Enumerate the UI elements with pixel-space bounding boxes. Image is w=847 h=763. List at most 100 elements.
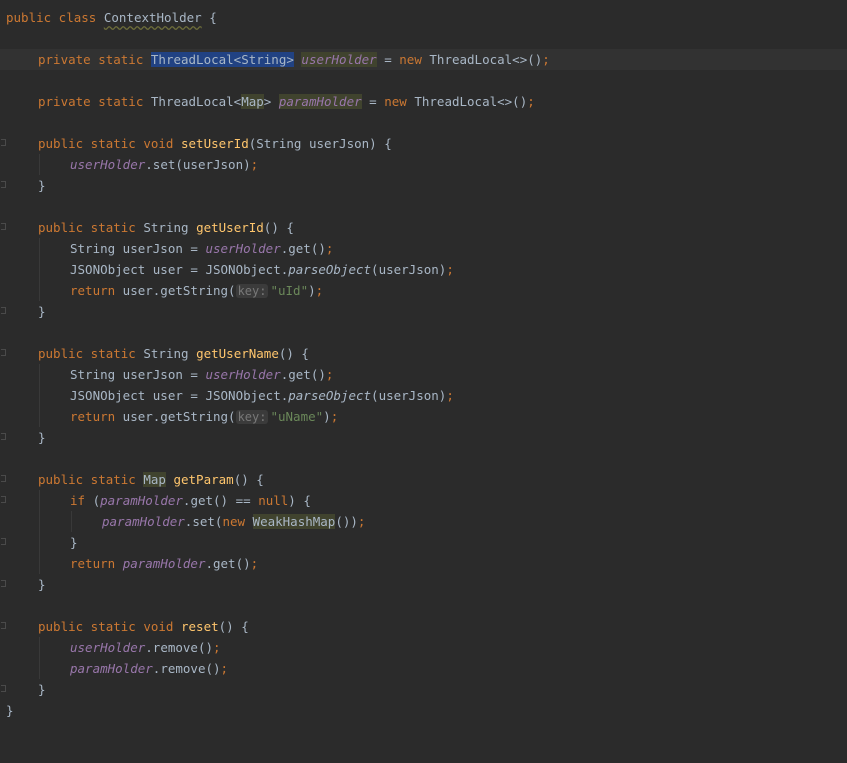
modifiers: public static bbox=[38, 472, 136, 487]
field-ref[interactable]: userHolder bbox=[205, 241, 280, 256]
return-type[interactable]: Map bbox=[143, 472, 166, 487]
brace: } bbox=[38, 682, 46, 697]
brace: } bbox=[38, 430, 46, 445]
modifiers: public static bbox=[38, 220, 136, 235]
keyword: return bbox=[70, 556, 116, 571]
initializer: ThreadLocal<>() bbox=[414, 94, 528, 109]
code-line-method-decl[interactable]: public static void reset() { bbox=[0, 616, 847, 637]
paren: ) { bbox=[288, 493, 311, 508]
return-type: String bbox=[143, 220, 189, 235]
call: .set(userJson) bbox=[145, 157, 251, 172]
statement: JSONObject user = JSONObject. bbox=[70, 388, 289, 403]
code-line[interactable]: } bbox=[0, 700, 847, 721]
semicolon: ; bbox=[325, 367, 334, 382]
parameter-hint: key: bbox=[235, 284, 269, 298]
brace: } bbox=[38, 178, 46, 193]
static-method[interactable]: parseObject bbox=[288, 388, 371, 403]
method-name[interactable]: getUserId bbox=[196, 220, 264, 235]
code-line[interactable]: } bbox=[0, 532, 847, 553]
call: .set( bbox=[184, 514, 223, 529]
code-line[interactable]: userHolder.set(userJson); bbox=[0, 154, 847, 175]
keyword: return bbox=[70, 409, 116, 424]
paren: ) bbox=[323, 409, 331, 424]
code-line-method-decl[interactable]: public static Map getParam() { bbox=[0, 469, 847, 490]
args: (userJson) bbox=[371, 262, 447, 277]
keyword: new bbox=[384, 94, 407, 109]
code-line[interactable]: } bbox=[0, 574, 847, 595]
type-part: > bbox=[263, 94, 272, 109]
code-line[interactable]: String userJson = userHolder.get(); bbox=[0, 238, 847, 259]
paren: ()) bbox=[335, 514, 358, 529]
field-ref[interactable]: paramHolder bbox=[100, 493, 183, 508]
code-line[interactable]: userHolder.remove(); bbox=[0, 637, 847, 658]
code-line-param-holder[interactable]: private static ThreadLocal<Map> paramHol… bbox=[0, 91, 847, 112]
operator: = bbox=[384, 52, 392, 67]
code-line[interactable]: } bbox=[0, 175, 847, 196]
modifiers: public static bbox=[38, 346, 136, 361]
type-map[interactable]: Map bbox=[241, 94, 264, 109]
string-literal: "uId" bbox=[270, 283, 309, 298]
method-name[interactable]: getParam bbox=[173, 472, 233, 487]
field-ref[interactable]: paramHolder bbox=[102, 514, 185, 529]
semicolon: ; bbox=[542, 52, 550, 67]
brace: } bbox=[6, 703, 14, 718]
code-line[interactable]: } bbox=[0, 427, 847, 448]
call: .remove() bbox=[145, 640, 213, 655]
params: () { bbox=[278, 346, 309, 361]
call: .get() bbox=[280, 241, 326, 256]
paren: ( bbox=[85, 493, 101, 508]
type-weak-hash-map[interactable]: WeakHashMap bbox=[252, 514, 336, 529]
return-type: String bbox=[143, 346, 189, 361]
code-line[interactable]: paramHolder.remove(); bbox=[0, 658, 847, 679]
code-line-class-decl[interactable]: public class ContextHolder { bbox=[0, 7, 847, 28]
semicolon: ; bbox=[330, 409, 339, 424]
code-line[interactable]: } bbox=[0, 679, 847, 700]
semicolon: ; bbox=[213, 640, 221, 655]
field-user-holder[interactable]: userHolder bbox=[301, 52, 377, 67]
class-name[interactable]: ContextHolder bbox=[104, 10, 202, 25]
keyword: if bbox=[70, 493, 86, 508]
code-line-method-decl[interactable]: public static String getUserId() { bbox=[0, 217, 847, 238]
semicolon: ; bbox=[446, 262, 454, 277]
code-line[interactable]: JSONObject user = JSONObject.parseObject… bbox=[0, 259, 847, 280]
semicolon: ; bbox=[315, 283, 324, 298]
static-method[interactable]: parseObject bbox=[288, 262, 371, 277]
method-name[interactable]: reset bbox=[181, 619, 219, 634]
statement: user.getString( bbox=[115, 409, 236, 424]
code-line[interactable]: } bbox=[0, 301, 847, 322]
code-line[interactable]: paramHolder.set(new WeakHashMap()); bbox=[0, 511, 847, 532]
code-line[interactable]: return paramHolder.get(); bbox=[0, 553, 847, 574]
expression: .get() == bbox=[182, 493, 259, 508]
paren: ) bbox=[308, 283, 316, 298]
selected-type[interactable]: ThreadLocal<String> bbox=[150, 52, 294, 67]
code-line-user-holder[interactable]: private static ThreadLocal<String> userH… bbox=[0, 49, 847, 70]
code-line-method-decl[interactable]: public static void setUserId(String user… bbox=[0, 133, 847, 154]
code-editor[interactable]: public class ContextHolder { private sta… bbox=[0, 0, 847, 740]
field-ref[interactable]: paramHolder bbox=[123, 556, 206, 571]
semicolon: ; bbox=[220, 661, 229, 676]
code-line[interactable]: return user.getString(key: "uName"); bbox=[0, 406, 847, 427]
brace: } bbox=[38, 304, 46, 319]
statement: JSONObject user = JSONObject. bbox=[70, 262, 289, 277]
field-ref[interactable]: userHolder bbox=[205, 367, 280, 382]
method-name[interactable]: setUserId bbox=[181, 136, 249, 151]
code-line[interactable]: if (paramHolder.get() == null) { bbox=[0, 490, 847, 511]
modifiers: private static bbox=[38, 94, 144, 109]
statement: user.getString( bbox=[115, 283, 236, 298]
code-line[interactable]: JSONObject user = JSONObject.parseObject… bbox=[0, 385, 847, 406]
field-ref[interactable]: userHolder bbox=[70, 640, 145, 655]
keyword: return bbox=[70, 283, 116, 298]
params: (String userJson) { bbox=[248, 136, 392, 151]
call: .get() bbox=[205, 556, 251, 571]
code-line-method-decl[interactable]: public static String getUserName() { bbox=[0, 343, 847, 364]
code-line[interactable]: return user.getString(key: "uId"); bbox=[0, 280, 847, 301]
semicolon: ; bbox=[325, 241, 334, 256]
method-name[interactable]: getUserName bbox=[196, 346, 279, 361]
field-param-holder[interactable]: paramHolder bbox=[278, 94, 362, 109]
code-line[interactable]: String userJson = userHolder.get(); bbox=[0, 364, 847, 385]
field-ref[interactable]: paramHolder bbox=[70, 661, 153, 676]
brace: } bbox=[38, 577, 46, 592]
keyword: new bbox=[222, 514, 246, 529]
field-ref[interactable]: userHolder bbox=[70, 157, 145, 172]
keyword: public class bbox=[6, 10, 97, 25]
